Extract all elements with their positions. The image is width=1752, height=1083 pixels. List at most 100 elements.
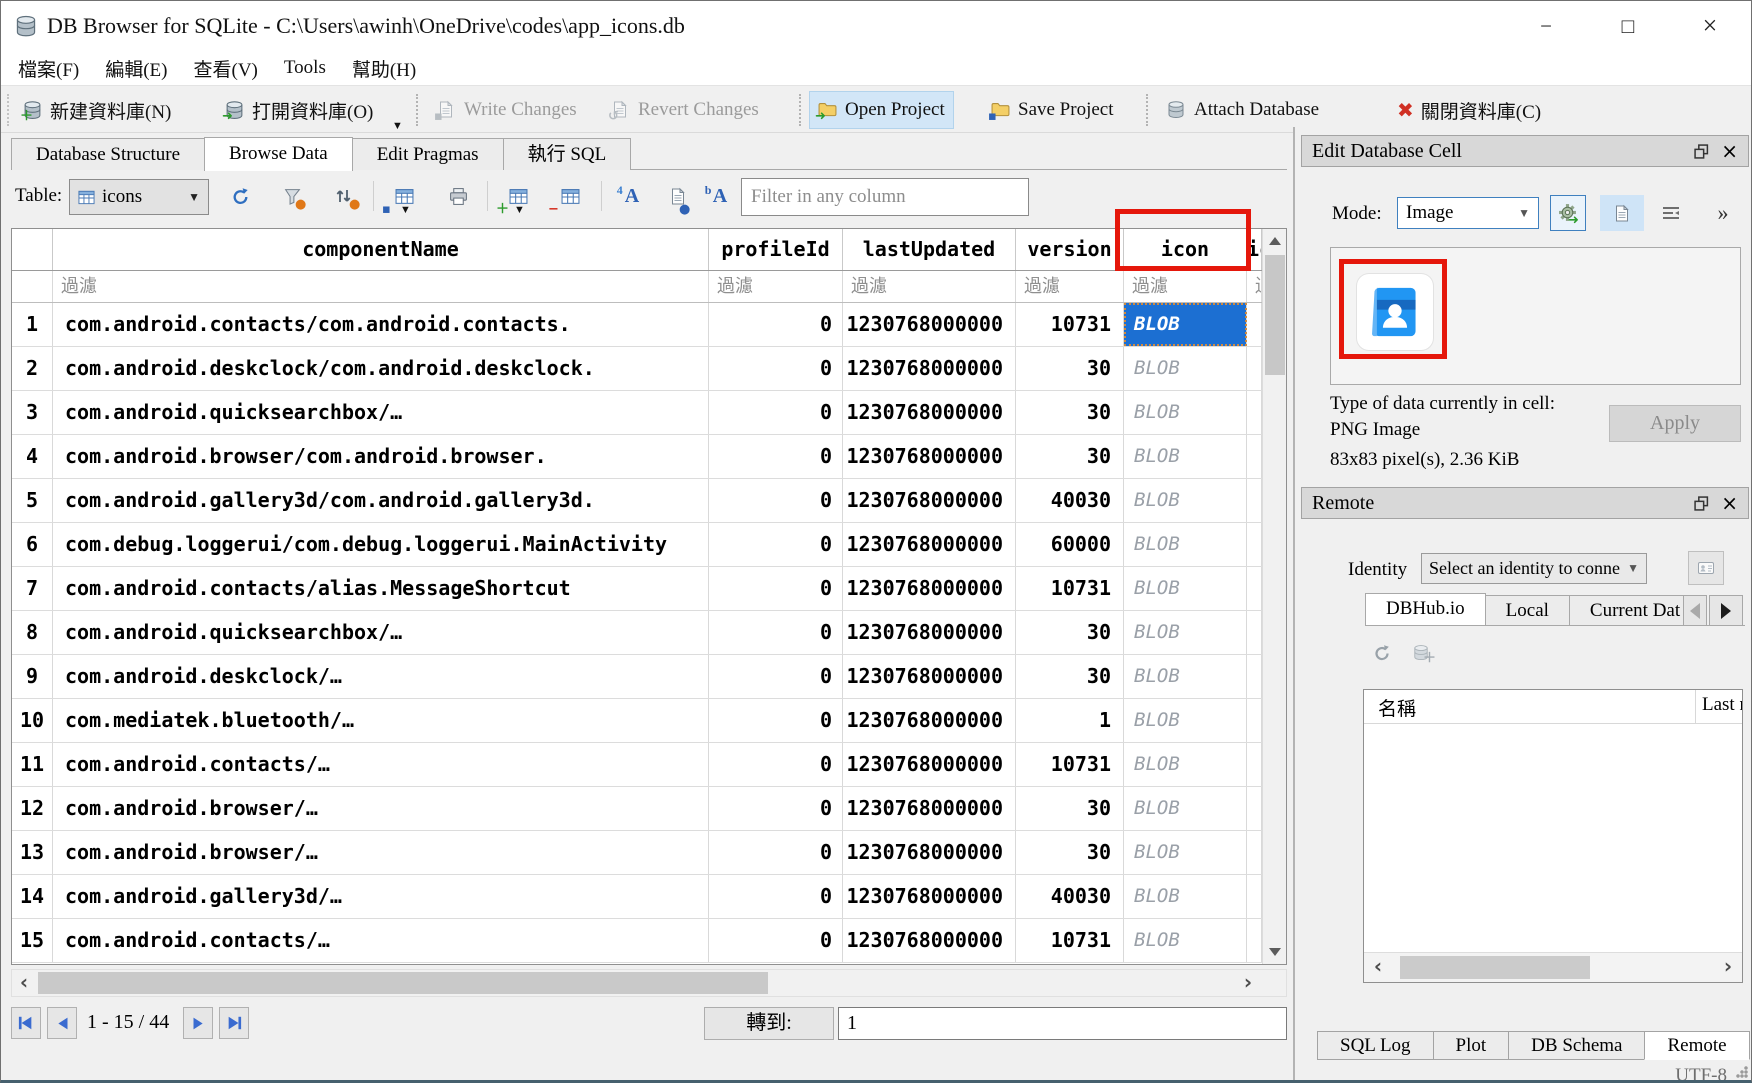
- cell-componentname[interactable]: com.mediatek.bluetooth/…: [53, 699, 709, 742]
- cell-lastupdated[interactable]: 1230768000000: [843, 347, 1016, 390]
- cell-icon-blob[interactable]: BLOB: [1124, 831, 1247, 874]
- cell-version[interactable]: 30: [1016, 831, 1124, 874]
- save-table-dropdown-icon[interactable]: ▼: [400, 204, 411, 216]
- row-number[interactable]: 13: [12, 831, 53, 874]
- filter-any-column-input[interactable]: [741, 178, 1029, 216]
- scroll-right-icon[interactable]: ›: [1236, 970, 1260, 996]
- row-number[interactable]: 8: [12, 611, 53, 654]
- main-tab[interactable]: Edit Pragmas: [352, 138, 504, 170]
- cell-componentname[interactable]: com.debug.loggerui/com.debug.loggerui.Ma…: [53, 523, 709, 566]
- resize-grip[interactable]: [1736, 1066, 1748, 1078]
- close-database-button[interactable]: ✖ 關閉資料庫(C): [1389, 91, 1549, 129]
- cell-version[interactable]: 1: [1016, 699, 1124, 742]
- cell-icon-blob[interactable]: BLOB: [1124, 479, 1247, 522]
- filter-input-lastupdated[interactable]: 過濾: [843, 271, 1016, 302]
- cell-profileid[interactable]: 0: [709, 787, 843, 830]
- close-panel-icon[interactable]: ×: [1721, 139, 1738, 163]
- cell-icon-blob[interactable]: BLOB: [1124, 699, 1247, 742]
- cell-componentname[interactable]: com.android.contacts/…: [53, 919, 709, 962]
- cell-componentname[interactable]: com.android.quicksearchbox/…: [53, 611, 709, 654]
- cell-icon-blob[interactable]: BLOB: [1124, 743, 1247, 786]
- filter-input-componentname[interactable]: 過濾: [53, 271, 709, 302]
- filter-input-icon[interactable]: 過濾: [1124, 271, 1247, 302]
- row-number[interactable]: 5: [12, 479, 53, 522]
- cell-icon-blob[interactable]: BLOB: [1124, 655, 1247, 698]
- cell-icon-blob[interactable]: BLOB: [1124, 787, 1247, 830]
- cell-profileid[interactable]: 0: [709, 435, 843, 478]
- cell-profileid[interactable]: 0: [709, 831, 843, 874]
- cell-profileid[interactable]: 0: [709, 699, 843, 742]
- cell-profileid[interactable]: 0: [709, 479, 843, 522]
- dock-tab[interactable]: Plot: [1433, 1031, 1510, 1060]
- horizontal-scrollbar-thumb[interactable]: [38, 972, 768, 994]
- cell-componentname[interactable]: com.android.gallery3d/com.android.galler…: [53, 479, 709, 522]
- remote-column-lastmodified[interactable]: Last m: [1696, 690, 1742, 723]
- column-header-icon[interactable]: icon: [1124, 229, 1247, 270]
- cell-version[interactable]: 10731: [1016, 743, 1124, 786]
- scroll-down-icon[interactable]: [1263, 940, 1287, 964]
- row-number[interactable]: 9: [12, 655, 53, 698]
- filter-input-profileid[interactable]: 過濾: [709, 271, 843, 302]
- row-number[interactable]: 4: [12, 435, 53, 478]
- menu-item[interactable]: 編輯(E): [92, 55, 180, 82]
- save-table-button[interactable]: ▪ ▼: [385, 179, 423, 213]
- import-certificate-button[interactable]: [1688, 551, 1724, 585]
- remote-column-name[interactable]: 名稱: [1364, 690, 1696, 723]
- cell-lastupdated[interactable]: 1230768000000: [843, 523, 1016, 566]
- goto-page-input[interactable]: [838, 1007, 1287, 1040]
- column-header-lastupdated[interactable]: lastUpdated: [843, 229, 1016, 270]
- row-number[interactable]: 2: [12, 347, 53, 390]
- cell-version[interactable]: 60000: [1016, 523, 1124, 566]
- filter-rows-button[interactable]: ●: [273, 179, 311, 213]
- scroll-up-icon[interactable]: [1263, 229, 1287, 253]
- open-database-button[interactable]: ➜ 打開資料庫(O) ▼: [217, 91, 381, 129]
- cell-profileid[interactable]: 0: [709, 743, 843, 786]
- cell-profileid[interactable]: 0: [709, 347, 843, 390]
- insert-record-button[interactable]: ＋ ▼: [499, 179, 537, 213]
- column-header-componentname[interactable]: componentName: [53, 229, 709, 270]
- cell-profileid[interactable]: 0: [709, 875, 843, 918]
- cell-componentname[interactable]: com.android.contacts/com.android.contact…: [53, 303, 709, 346]
- cell-icon-blob[interactable]: BLOB: [1124, 875, 1247, 918]
- cell-version[interactable]: 40030: [1016, 479, 1124, 522]
- cell-icon-blob[interactable]: BLOB: [1124, 435, 1247, 478]
- dock-tab[interactable]: DB Schema: [1508, 1031, 1645, 1060]
- cell-componentname[interactable]: com.android.deskclock/com.android.deskcl…: [53, 347, 709, 390]
- row-number[interactable]: 14: [12, 875, 53, 918]
- cell-componentname[interactable]: com.android.gallery3d/…: [53, 875, 709, 918]
- cell-profileid[interactable]: 0: [709, 919, 843, 962]
- text-mode-button[interactable]: [1600, 195, 1644, 231]
- open-project-button[interactable]: ➜ Open Project: [809, 91, 954, 129]
- cell-version[interactable]: 30: [1016, 391, 1124, 434]
- find-in-table-button[interactable]: ●: [659, 179, 697, 213]
- delete-record-button[interactable]: −: [551, 179, 589, 213]
- cell-version[interactable]: 30: [1016, 435, 1124, 478]
- cell-profileid[interactable]: 0: [709, 611, 843, 654]
- insert-record-dropdown-icon[interactable]: ▼: [514, 204, 525, 216]
- cell-version[interactable]: 10731: [1016, 567, 1124, 610]
- cell-lastupdated[interactable]: 1230768000000: [843, 831, 1016, 874]
- scroll-left-icon[interactable]: ‹: [12, 970, 36, 996]
- cell-lastupdated[interactable]: 1230768000000: [843, 611, 1016, 654]
- filter-input-clipped[interactable]: 過濾: [1247, 271, 1262, 302]
- mode-select[interactable]: Image ▼: [1397, 197, 1539, 229]
- vertical-scrollbar-thumb[interactable]: [1265, 255, 1285, 375]
- open-database-dropdown-icon[interactable]: ▼: [392, 120, 403, 132]
- first-page-button[interactable]: [11, 1007, 41, 1039]
- cell-icon-blob[interactable]: BLOB: [1124, 347, 1247, 390]
- cell-profileid[interactable]: 0: [709, 391, 843, 434]
- remote-tab[interactable]: Local: [1485, 595, 1570, 626]
- maximize-icon[interactable]: □: [1587, 1, 1669, 51]
- vertical-scrollbar[interactable]: [1262, 229, 1286, 964]
- row-number[interactable]: 12: [12, 787, 53, 830]
- cell-lastupdated[interactable]: 1230768000000: [843, 479, 1016, 522]
- next-page-button[interactable]: [183, 1007, 213, 1039]
- save-project-button[interactable]: ▪ Save Project: [983, 91, 1122, 129]
- dock-tab[interactable]: Remote: [1644, 1031, 1749, 1060]
- cell-icon-blob[interactable]: BLOB: [1124, 523, 1247, 566]
- goto-button[interactable]: 轉到:: [704, 1007, 834, 1040]
- remote-list-scrollbar[interactable]: ‹ ›: [1364, 952, 1742, 982]
- cell-version[interactable]: 10731: [1016, 919, 1124, 962]
- cell-icon-blob[interactable]: BLOB: [1124, 611, 1247, 654]
- cell-profileid[interactable]: 0: [709, 303, 843, 346]
